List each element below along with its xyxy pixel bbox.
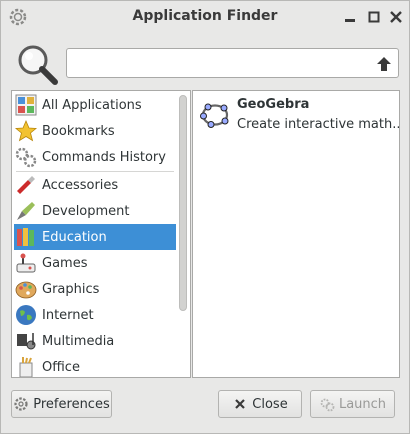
category-item-games[interactable]: Games [14, 250, 176, 276]
office-icon [19, 357, 33, 377]
category-label: Internet [42, 307, 94, 323]
search-icon [18, 45, 58, 85]
maximize-button[interactable] [365, 8, 383, 26]
category-item-accessories[interactable]: Accessories [14, 172, 176, 198]
launch-button[interactable]: Launch [310, 390, 395, 418]
graphics-icon [15, 281, 37, 299]
globe-icon [16, 305, 36, 325]
gears-icon [320, 398, 335, 412]
application-list[interactable]: GeoGebra Create interactive math... [192, 90, 400, 378]
category-label: Bookmarks [42, 123, 115, 139]
category-item-development[interactable]: Development [14, 198, 176, 224]
category-label: Education [42, 229, 107, 245]
category-list[interactable]: All Applications Bookmarks Commands Hist… [11, 90, 191, 378]
scrollbar-thumb[interactable] [179, 95, 187, 311]
games-icon [16, 253, 36, 273]
gears-icon [15, 147, 37, 168]
category-label: Multimedia [42, 333, 115, 349]
category-item-all-applications[interactable]: All Applications [14, 92, 176, 118]
close-label: Close [252, 396, 288, 412]
application-finder-window: Application Finder All Applications Book… [0, 0, 410, 434]
category-item-multimedia[interactable]: Multimedia [14, 328, 176, 354]
all-apps-icon [15, 94, 37, 116]
category-label: All Applications [42, 97, 142, 113]
education-icon [17, 228, 34, 246]
multimedia-icon [17, 333, 36, 350]
close-button[interactable]: Close [218, 390, 302, 418]
category-label: Graphics [42, 281, 100, 297]
category-item-graphics[interactable]: Graphics [14, 276, 176, 302]
development-icon [17, 202, 35, 220]
application-name: GeoGebra [237, 97, 310, 112]
close-window-button[interactable] [387, 8, 405, 26]
category-item-internet[interactable]: Internet [14, 302, 176, 328]
category-label: Accessories [42, 177, 119, 193]
category-label: Development [42, 203, 130, 219]
category-item-education[interactable]: Education [14, 224, 176, 250]
category-scrollbar[interactable] [178, 93, 188, 375]
arrow-up-icon[interactable] [373, 53, 395, 75]
application-item-geogebra[interactable]: GeoGebra Create interactive math... [195, 93, 399, 133]
accessories-icon [17, 176, 35, 194]
title-bar[interactable]: Application Finder [1, 1, 409, 33]
category-label: Commands History [42, 149, 166, 165]
preferences-button[interactable]: Preferences [11, 390, 112, 418]
launch-label: Launch [338, 396, 387, 412]
category-label: Office [42, 359, 80, 375]
application-description: Create interactive math... [237, 117, 400, 132]
category-label: Games [42, 255, 88, 271]
category-item-bookmarks[interactable]: Bookmarks [14, 118, 176, 144]
preferences-label: Preferences [33, 396, 110, 412]
category-item-commands-history[interactable]: Commands History [14, 144, 176, 170]
star-icon [14, 119, 38, 142]
gear-icon [14, 397, 28, 411]
close-icon [235, 399, 246, 409]
search-input[interactable] [66, 48, 399, 78]
geogebra-icon [200, 103, 229, 128]
category-item-office[interactable]: Office [14, 354, 176, 377]
minimize-button[interactable] [341, 8, 359, 26]
